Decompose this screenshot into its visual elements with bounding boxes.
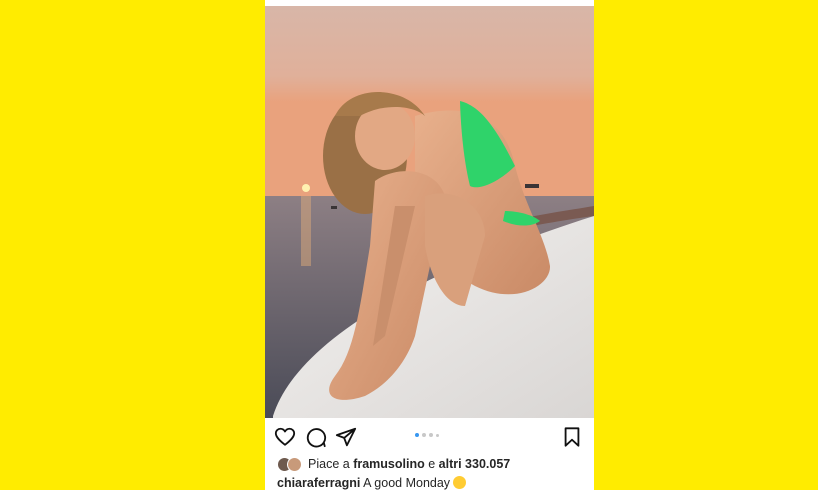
share-icon[interactable]	[335, 426, 357, 448]
comment-icon[interactable]	[305, 426, 327, 448]
instagram-post: Piace a framusolino e altri 330.057 chia…	[265, 0, 594, 490]
carousel-dot	[429, 433, 433, 437]
likes-summary[interactable]: Piace a framusolino e altri 330.057	[277, 456, 510, 472]
carousel-dot	[436, 433, 439, 437]
likes-connector: e	[428, 457, 436, 471]
smiling-face-with-tear-icon	[453, 476, 467, 489]
caption-username[interactable]: chiaraferragni	[277, 476, 360, 490]
post-photo[interactable]	[265, 6, 594, 418]
carousel-dot	[422, 433, 426, 437]
avatar	[287, 457, 302, 472]
liker-avatars	[277, 457, 303, 472]
heart-icon[interactable]	[274, 426, 296, 448]
carousel-dot	[415, 433, 419, 437]
liker-username[interactable]: framusolino	[353, 457, 425, 471]
likes-prefix: Piace a	[308, 457, 350, 471]
post-actions-bar	[265, 420, 594, 452]
likes-others-count[interactable]: altri 330.057	[439, 457, 511, 471]
sunset-yacht-photo	[265, 6, 594, 418]
post-caption: chiaraferragni A good Monday	[277, 476, 467, 490]
caption-text: A good Monday	[363, 476, 451, 490]
carousel-indicator	[415, 433, 439, 439]
bookmark-icon[interactable]	[561, 426, 583, 448]
